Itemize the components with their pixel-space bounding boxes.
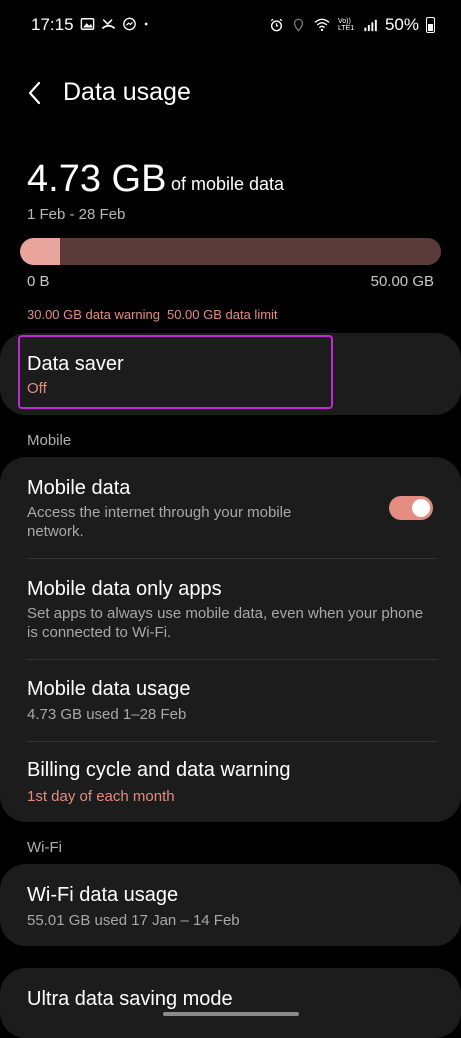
usage-amount: 4.73 GB — [27, 158, 167, 200]
status-time: 17:15 — [31, 15, 74, 34]
gesture-nav-bar[interactable] — [163, 1012, 299, 1016]
page-title: Data usage — [63, 78, 191, 106]
billing-cycle-item[interactable]: Billing cycle and data warning 1st day o… — [0, 742, 461, 822]
volte-icon: Vo)) LTE1 — [337, 18, 355, 32]
dot-icon — [144, 22, 148, 26]
signal-icon — [364, 19, 377, 32]
mobile-data-usage-title: Mobile data usage — [27, 678, 191, 700]
ultra-data-saving-title: Ultra data saving mode — [27, 988, 233, 1010]
back-chevron-icon[interactable] — [24, 79, 48, 107]
mobile-data-subtitle: Access the internet through your mobile … — [27, 504, 292, 540]
mobile-data-only-apps-title: Mobile data only apps — [27, 578, 222, 600]
data-saver-title: Data saver — [27, 353, 124, 375]
usage-progress-bar — [20, 238, 441, 265]
mobile-data-usage-item[interactable]: Mobile data usage 4.73 GB used 1–28 Feb — [0, 660, 461, 741]
mobile-data-only-apps-subtitle: Set apps to always use mobile data, even… — [27, 605, 424, 641]
data-limit-label: 50.00 GB data limit — [166, 307, 278, 322]
battery-icon — [426, 17, 435, 33]
data-warning-label: 30.00 GB data warning — [27, 307, 160, 322]
billing-cycle-title: Billing cycle and data warning — [27, 759, 291, 781]
wifi-data-usage-item[interactable]: Wi-Fi data usage 55.01 GB used 17 Jan – … — [0, 864, 461, 946]
mobile-data-only-apps-item[interactable]: Mobile data only apps Set apps to always… — [0, 559, 461, 659]
section-label-wifi: Wi-Fi — [27, 839, 62, 856]
location-icon — [293, 18, 304, 32]
data-saver-item[interactable]: Data saver Off — [0, 333, 461, 415]
toggle-knob — [412, 499, 430, 517]
usage-progress-fill — [20, 238, 60, 265]
ultra-data-saving-item[interactable]: Ultra data saving mode — [0, 968, 461, 1038]
mobile-data-usage-subtitle: 4.73 GB used 1–28 Feb — [27, 706, 187, 723]
usage-unit-label: of mobile data — [171, 174, 285, 194]
notification-icons — [80, 17, 153, 31]
wifi-data-usage-subtitle: 55.01 GB used 17 Jan – 14 Feb — [27, 912, 240, 929]
alarm-icon — [270, 18, 283, 32]
mobile-data-title: Mobile data — [27, 477, 131, 499]
usage-bar-max-label: 50.00 GB — [370, 273, 434, 290]
wifi-icon — [314, 18, 330, 32]
mobile-data-toggle[interactable] — [389, 496, 433, 520]
wifi-data-usage-title: Wi-Fi data usage — [27, 884, 179, 906]
status-bar: 17:15 Vo)) LTE1 50% — [0, 0, 461, 52]
gallery-icon — [80, 18, 95, 30]
usage-period: 1 Feb - 28 Feb — [27, 206, 126, 223]
limit-info: 30.00 GB data warning 50.00 GB data limi… — [27, 307, 278, 322]
missed-call-icon — [101, 19, 116, 30]
section-label-mobile: Mobile — [27, 432, 72, 449]
system-icons: Vo)) LTE1 50% — [269, 15, 435, 35]
billing-cycle-subtitle: 1st day of each month — [27, 788, 175, 805]
data-saver-status: Off — [27, 380, 47, 397]
messenger-icon — [123, 17, 136, 31]
usage-bar-min-label: 0 B — [27, 273, 50, 290]
battery-percent: 50% — [384, 15, 419, 34]
